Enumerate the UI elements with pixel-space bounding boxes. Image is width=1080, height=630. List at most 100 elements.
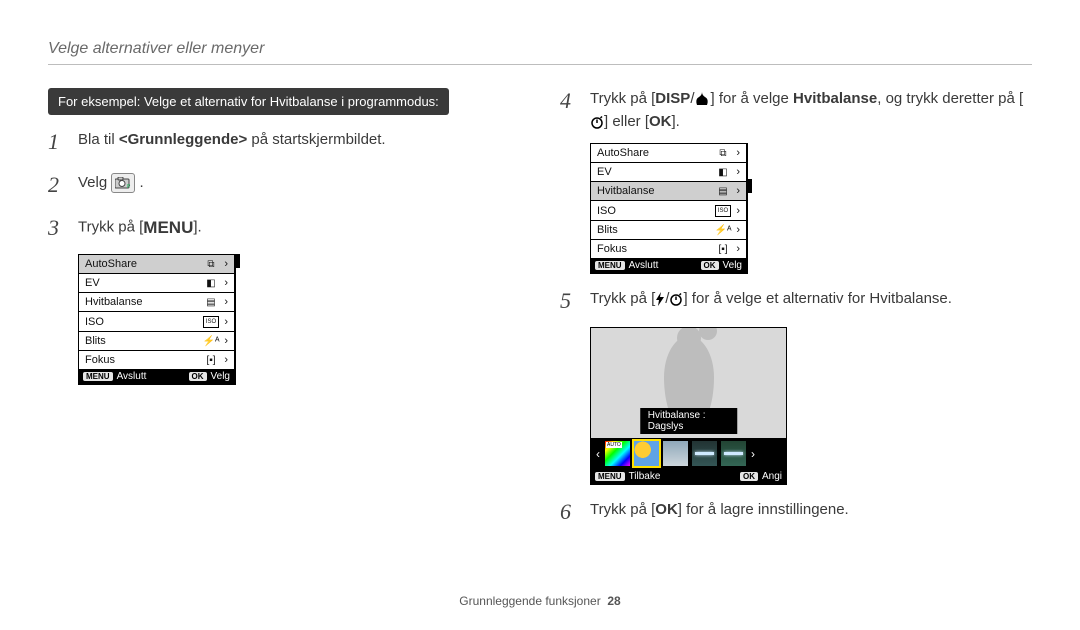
menu-footer-left: Avslutt	[117, 371, 147, 382]
menu-row-flash: Blits⚡ᴬ›	[591, 220, 746, 239]
footer-page: 28	[607, 594, 620, 608]
step-text: Velg	[78, 174, 111, 191]
step-text: ].	[193, 219, 201, 236]
menu-row-wb: Hvitbalanse▤›	[79, 292, 234, 311]
chevron-right-icon: ›	[220, 296, 228, 308]
step-bold: Hvitbalanse	[793, 90, 877, 107]
step-text: ] for å velge	[710, 90, 793, 107]
menu-scrollbar	[235, 254, 240, 385]
timer-icon	[669, 288, 683, 311]
step-1: 1 Bla til <Grunnleggende> på startskjerm…	[48, 129, 528, 158]
step-5: 5 Trykk på [ / ] for å velge et alternat…	[560, 288, 1030, 317]
menu-row-iso: ISOISO›	[79, 311, 234, 331]
step-text: Trykk på [	[78, 219, 143, 236]
step-number: 3	[48, 211, 72, 244]
chevron-right-icon: ›	[748, 447, 758, 461]
menu-footer-right: Velg	[723, 260, 742, 271]
focus-icon: [▪]	[202, 355, 220, 366]
chevron-right-icon: ›	[732, 224, 740, 236]
chevron-right-icon: ›	[220, 354, 228, 366]
step-6: 6 Trykk på [OK] for å lagre innstillinge…	[560, 499, 1030, 528]
step-text: ] for å lagre innstillingene.	[678, 502, 849, 519]
menu-row-ev: EV◧›	[591, 162, 746, 181]
menu-row-flash: Blits⚡ᴬ›	[79, 331, 234, 350]
step-number: 4	[560, 84, 584, 117]
wb-preview: Hvitbalanse : Dagslys	[591, 328, 786, 438]
chevron-right-icon: ›	[732, 205, 740, 217]
wb-swatch-fluor-h	[691, 440, 718, 467]
menu-row-autoshare: AutoShare⧉›	[591, 144, 746, 162]
menu-scrollbar	[747, 143, 752, 274]
step-number: 1	[48, 125, 72, 158]
menu-button-icon: MENU	[143, 215, 193, 241]
step-text: .	[140, 174, 144, 191]
step-text: Bla til	[78, 131, 119, 148]
wb-footer-right: Angi	[762, 471, 782, 482]
wb-footer-menu-btn: MENU	[595, 472, 625, 481]
page-header: Velge alternativer eller menyer	[48, 40, 264, 58]
iso-icon: ISO	[714, 204, 732, 217]
ev-icon: ◧	[202, 278, 220, 289]
program-mode-icon: P	[111, 173, 135, 193]
step-text: Trykk på [	[590, 291, 655, 308]
ev-icon: ◧	[714, 167, 732, 178]
menu-row-autoshare: AutoShare⧉›	[79, 255, 234, 273]
menu-panel-right: AutoShare⧉› EV◧› Hvitbalanse▤› ISOISO› B…	[590, 143, 1030, 274]
wb-swatch-auto	[604, 440, 631, 467]
step-text: Trykk på [	[590, 502, 655, 519]
menu-footer-menu-btn: MENU	[595, 261, 625, 270]
menu-footer-ok-btn: OK	[701, 261, 719, 270]
disp-button-icon: DISP	[655, 88, 690, 111]
wb-icon: ▤	[202, 297, 220, 308]
svg-text:P: P	[127, 184, 131, 189]
step-4: 4 Trykk på [DISP/ ] for å velge Hvitbala…	[560, 88, 1030, 133]
menu-row-wb: Hvitbalanse▤›	[591, 181, 746, 200]
ok-button-icon: OK	[655, 499, 678, 522]
example-callout: For eksempel: Velge et alternativ for Hv…	[48, 88, 449, 115]
menu-row-ev: EV◧›	[79, 273, 234, 292]
autoshare-icon: ⧉	[202, 259, 220, 270]
wb-swatch-strip: ‹ ›	[591, 438, 786, 469]
step-text: ] eller [	[604, 113, 649, 130]
chevron-right-icon: ›	[220, 258, 228, 270]
iso-icon: ISO	[202, 315, 220, 328]
step-2: 2 Velg P .	[48, 172, 528, 201]
flash-icon	[655, 288, 665, 311]
timer-icon	[590, 111, 604, 134]
chevron-right-icon: ›	[220, 316, 228, 328]
step-number: 5	[560, 284, 584, 317]
menu-footer-left: Avslutt	[629, 260, 659, 271]
wb-option-label: Hvitbalanse : Dagslys	[640, 408, 738, 434]
menu-panel-left: AutoShare⧉› EV◧› Hvitbalanse▤› ISOISO› B…	[78, 254, 528, 385]
step-number: 2	[48, 168, 72, 201]
menu-row-iso: ISOISO›	[591, 200, 746, 220]
macro-icon	[694, 88, 710, 111]
wb-icon: ▤	[714, 186, 732, 197]
chevron-right-icon: ›	[220, 277, 228, 289]
wb-swatch-cloudy	[662, 440, 689, 467]
autoshare-icon: ⧉	[714, 148, 732, 159]
step-text: Trykk på [	[590, 90, 655, 107]
flash-icon: ⚡ᴬ	[202, 336, 220, 347]
step-text: , og trykk deretter på [	[877, 90, 1023, 107]
menu-footer-menu-btn: MENU	[83, 372, 113, 381]
menu-row-focus: Fokus[▪]›	[79, 350, 234, 369]
footer-text: Grunnleggende funksjoner	[459, 594, 600, 608]
wb-swatch-fluor-l	[720, 440, 747, 467]
header-rule	[48, 64, 1032, 65]
step-text: på startskjermbildet.	[247, 131, 385, 148]
step-number: 6	[560, 495, 584, 528]
wb-footer: MENUTilbake OKAngi	[591, 469, 786, 484]
chevron-right-icon: ›	[732, 185, 740, 197]
menu-footer: MENUAvslutt OKVelg	[79, 369, 234, 384]
step-text: ] for å velge et alternativ for Hvitbala…	[683, 291, 951, 308]
step-bold: <Grunnleggende>	[119, 131, 247, 148]
focus-icon: [▪]	[714, 244, 732, 255]
menu-footer-ok-btn: OK	[189, 372, 207, 381]
step-3: 3 Trykk på [MENU].	[48, 215, 528, 244]
menu-footer: MENU Avslutt OK Velg	[591, 258, 746, 273]
chevron-left-icon: ‹	[593, 447, 603, 461]
chevron-right-icon: ›	[220, 335, 228, 347]
page-footer: Grunnleggende funksjoner 28	[0, 594, 1080, 608]
wb-footer-ok-btn: OK	[740, 472, 758, 481]
